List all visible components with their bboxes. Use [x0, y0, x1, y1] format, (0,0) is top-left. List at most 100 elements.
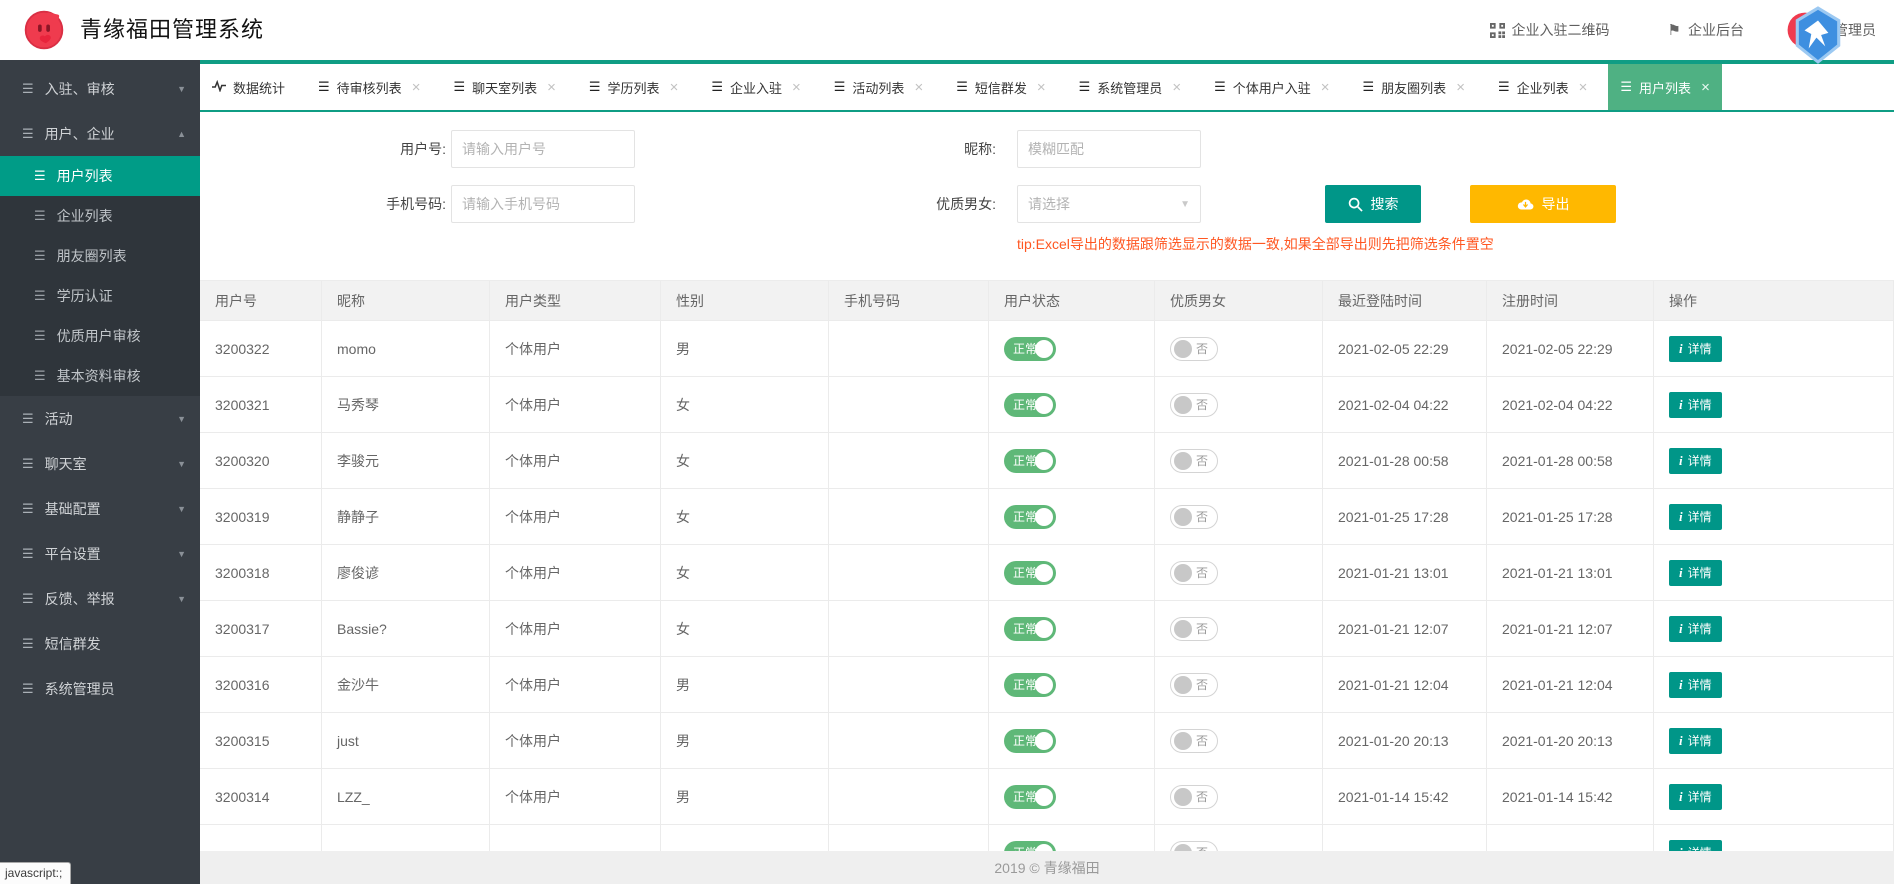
search-button[interactable]: 搜索 [1325, 185, 1421, 223]
sidebar-submenu: ☰用户列表☰企业列表☰朋友圈列表☰学历认证☰优质用户审核☰基本资料审核 [0, 156, 200, 396]
phone-input[interactable] [451, 185, 635, 223]
info-icon: i [1679, 341, 1683, 357]
sidebar-group-item[interactable]: ☰平台设置▼ [0, 531, 200, 576]
tab-item[interactable]: ☰待审核列表× [306, 64, 432, 110]
sidebar-subitem[interactable]: ☰企业列表 [0, 196, 200, 236]
status-toggle[interactable]: 正常 [1004, 337, 1056, 361]
tab-item[interactable]: 数据统计 [200, 64, 297, 110]
close-icon[interactable]: × [1456, 79, 1465, 96]
search-button-label: 搜索 [1371, 194, 1399, 214]
status-toggle[interactable]: 正常 [1004, 673, 1056, 697]
flag-icon: ⚑ [1668, 21, 1681, 39]
sidebar-subitem[interactable]: ☰基本资料审核 [0, 356, 200, 396]
status-toggle[interactable]: 正常 [1004, 393, 1056, 417]
table-cell-premium: 否 [1155, 545, 1323, 601]
tab-item[interactable]: ☰个体用户入驻× [1202, 64, 1341, 110]
premium-toggle[interactable]: 否 [1170, 393, 1218, 417]
close-icon[interactable]: × [1172, 79, 1181, 96]
sidebar-group-item[interactable]: ☰聊天室▼ [0, 441, 200, 486]
sidebar-item-label: 活动 [45, 409, 73, 429]
table-body: 3200322momo个体用户男正常否2021-02-05 22:292021-… [200, 321, 1894, 851]
status-toggle[interactable]: 正常 [1004, 617, 1056, 641]
detail-button[interactable]: i详情 [1669, 448, 1722, 474]
premium-gender-select[interactable]: 请选择 ▼ [1017, 185, 1201, 223]
detail-button-label: 详情 [1688, 508, 1712, 525]
status-toggle[interactable]: 正常 [1004, 785, 1056, 809]
detail-button[interactable]: i详情 [1669, 504, 1722, 530]
sidebar-item[interactable]: ☰系统管理员 [0, 666, 200, 711]
table-cell-action: i详情 [1654, 825, 1894, 851]
table-cell-premium: 否 [1155, 601, 1323, 657]
status-toggle[interactable]: 正常 [1004, 561, 1056, 585]
nickname-input[interactable] [1017, 130, 1201, 168]
premium-toggle[interactable]: 否 [1170, 561, 1218, 585]
close-icon[interactable]: × [1579, 79, 1588, 96]
sidebar-item[interactable]: ☰短信群发 [0, 621, 200, 666]
close-icon[interactable]: × [1321, 79, 1330, 96]
tab-active[interactable]: ☰用户列表× [1608, 64, 1721, 110]
detail-button[interactable]: i详情 [1669, 336, 1722, 362]
userid-input[interactable] [451, 130, 635, 168]
tab-item[interactable]: ☰企业列表× [1486, 64, 1599, 110]
close-icon[interactable]: × [792, 79, 801, 96]
detail-button[interactable]: i详情 [1669, 784, 1722, 810]
close-icon[interactable]: × [670, 79, 679, 96]
detail-button[interactable]: i详情 [1669, 560, 1722, 586]
table-cell [829, 825, 989, 851]
tab-item[interactable]: ☰企业入驻× [699, 64, 812, 110]
tab-item[interactable]: ☰学历列表× [577, 64, 690, 110]
status-toggle[interactable]: 正常 [1004, 841, 1056, 852]
tab-item[interactable]: ☰活动列表× [822, 64, 935, 110]
sidebar-group-item[interactable]: ☰基础配置▼ [0, 486, 200, 531]
status-toggle-label: 正常 [1013, 620, 1037, 637]
header-nav: 企业入驻二维码 ⚑ 企业后台 [1490, 0, 1744, 60]
close-icon[interactable]: × [1701, 79, 1710, 96]
list-icon: ☰ [34, 168, 46, 184]
close-icon[interactable]: × [1037, 79, 1046, 96]
tab-item[interactable]: ☰聊天室列表× [441, 64, 567, 110]
table-cell-status: 正常 [989, 489, 1155, 545]
detail-button[interactable]: i详情 [1669, 672, 1722, 698]
premium-toggle[interactable]: 否 [1170, 449, 1218, 473]
status-toggle[interactable]: 正常 [1004, 729, 1056, 753]
table-cell: 个体用户 [490, 545, 661, 601]
sidebar-subitem[interactable]: ☰学历认证 [0, 276, 200, 316]
sidebar-subitem[interactable]: ☰优质用户审核 [0, 316, 200, 356]
premium-toggle[interactable]: 否 [1170, 785, 1218, 809]
detail-button[interactable]: i详情 [1669, 392, 1722, 418]
export-button[interactable]: 导出 [1470, 185, 1616, 223]
premium-toggle[interactable]: 否 [1170, 337, 1218, 361]
detail-button[interactable]: i详情 [1669, 728, 1722, 754]
sidebar-subitem[interactable]: ☰朋友圈列表 [0, 236, 200, 276]
premium-toggle-label: 否 [1196, 396, 1208, 413]
premium-toggle[interactable]: 否 [1170, 729, 1218, 753]
sidebar-group-item[interactable]: ☰反馈、举报▼ [0, 576, 200, 621]
info-icon: i [1679, 565, 1683, 581]
premium-toggle[interactable]: 否 [1170, 673, 1218, 697]
tab-item[interactable]: ☰系统管理员× [1067, 64, 1193, 110]
tab-item[interactable]: ☰朋友圈列表× [1351, 64, 1477, 110]
list-icon: ☰ [22, 411, 34, 427]
premium-toggle[interactable]: 否 [1170, 841, 1218, 852]
table-cell: 个体用户 [490, 377, 661, 433]
detail-button[interactable]: i详情 [1669, 840, 1722, 852]
premium-toggle[interactable]: 否 [1170, 617, 1218, 641]
table-cell: 女 [661, 377, 829, 433]
status-toggle[interactable]: 正常 [1004, 449, 1056, 473]
premium-toggle[interactable]: 否 [1170, 505, 1218, 529]
table-cell [1487, 825, 1654, 851]
close-icon[interactable]: × [412, 79, 421, 96]
sidebar-group-item[interactable]: ☰用户、企业▲ [0, 111, 200, 156]
floating-bird-icon[interactable] [1793, 6, 1843, 64]
status-toggle[interactable]: 正常 [1004, 505, 1056, 529]
sidebar-group-item[interactable]: ☰入驻、审核▼ [0, 66, 200, 111]
table-cell: 2021-01-28 00:58 [1487, 433, 1654, 489]
backend-link[interactable]: ⚑ 企业后台 [1668, 20, 1744, 40]
qrcode-link[interactable]: 企业入驻二维码 [1490, 20, 1610, 40]
detail-button[interactable]: i详情 [1669, 616, 1722, 642]
tab-item[interactable]: ☰短信群发× [944, 64, 1057, 110]
close-icon[interactable]: × [914, 79, 923, 96]
sidebar-subitem[interactable]: ☰用户列表 [0, 156, 200, 196]
close-icon[interactable]: × [547, 79, 556, 96]
sidebar-group-item[interactable]: ☰活动▼ [0, 396, 200, 441]
